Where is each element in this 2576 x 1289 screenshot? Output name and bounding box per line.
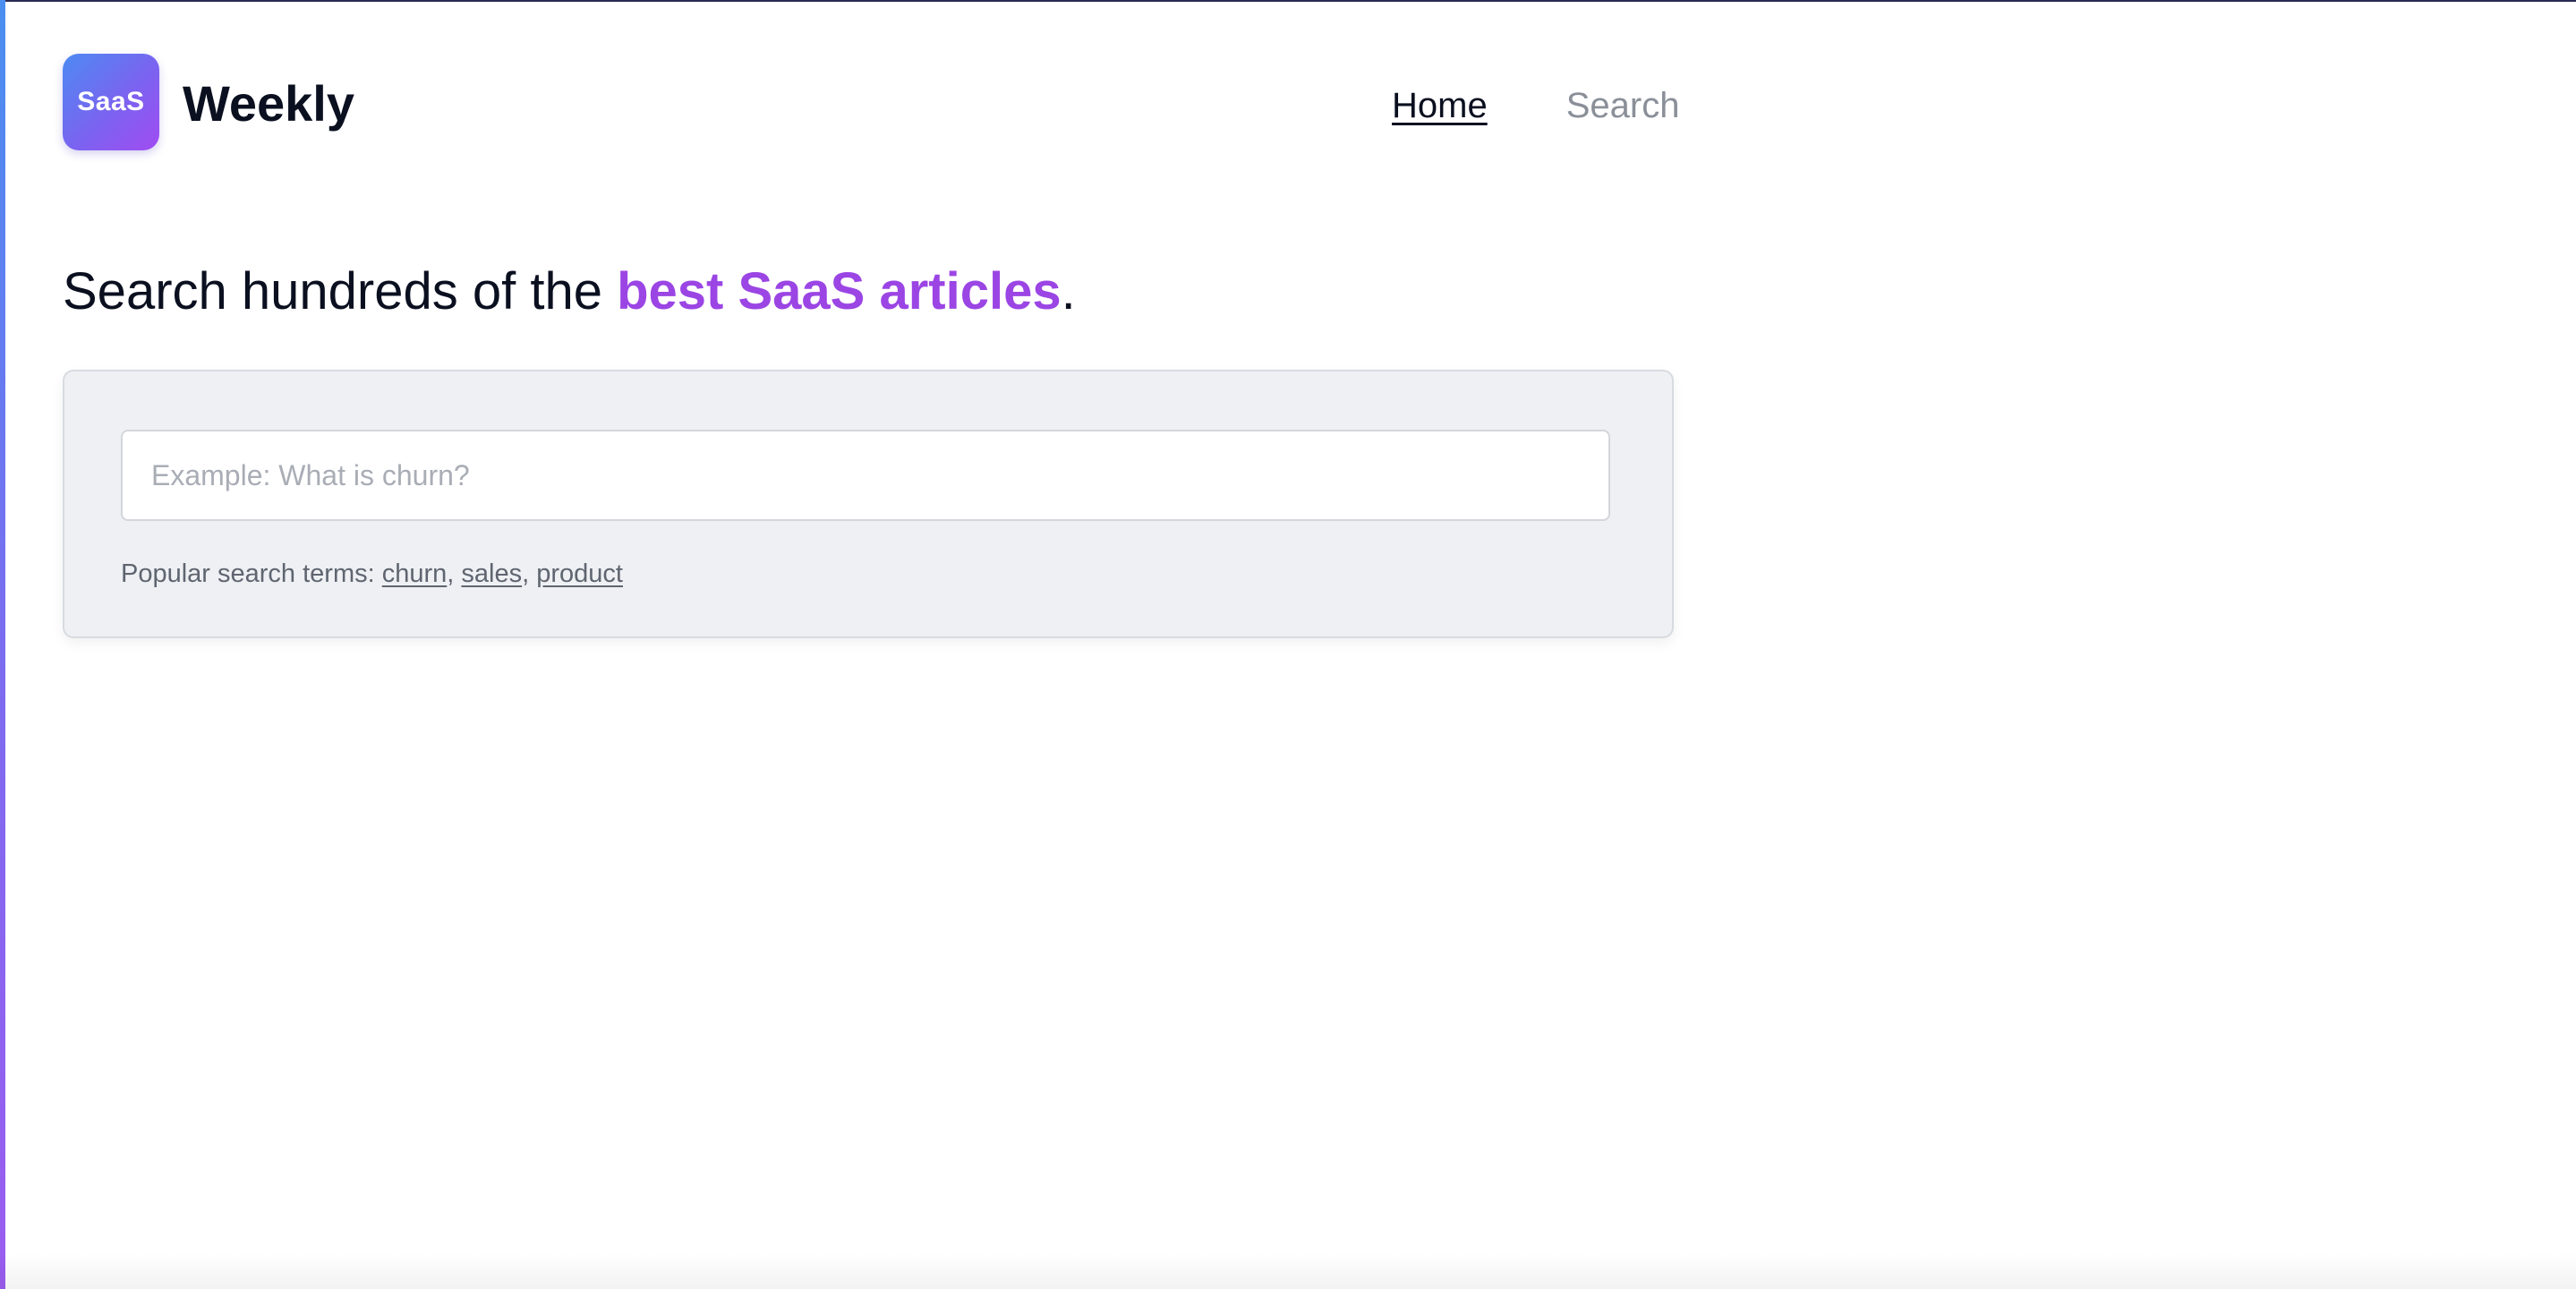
nav-link-search[interactable]: Search xyxy=(1566,86,1680,126)
brand-name: Weekly xyxy=(183,75,354,132)
term-separator: , xyxy=(522,559,537,588)
popular-term-sales[interactable]: sales xyxy=(461,559,522,588)
logo-text: SaaS xyxy=(77,87,145,116)
main-nav: Home Search xyxy=(1392,81,1679,131)
left-accent-bar xyxy=(0,0,5,1289)
nav-link-home[interactable]: Home xyxy=(1392,86,1488,126)
search-input[interactable] xyxy=(121,430,1610,521)
term-separator: , xyxy=(447,559,462,588)
bottom-shadow xyxy=(0,1253,2576,1289)
popular-term-churn[interactable]: churn xyxy=(382,559,448,588)
heading-prefix: Search hundreds of the xyxy=(63,262,618,320)
search-panel: Popular search terms: churn, sales, prod… xyxy=(63,370,1674,638)
popular-terms-label: Popular search terms: xyxy=(121,559,382,588)
popular-term-product[interactable]: product xyxy=(536,559,623,588)
window-top-border xyxy=(0,0,2576,2)
logo[interactable]: SaaS xyxy=(63,54,159,150)
heading-highlight: best SaaS articles xyxy=(617,262,1062,320)
page-heading: Search hundreds of the best SaaS article… xyxy=(63,260,1076,324)
heading-suffix: . xyxy=(1061,262,1076,320)
site-header: SaaS Weekly Home Search xyxy=(63,54,1679,150)
popular-search-terms: Popular search terms: churn, sales, prod… xyxy=(121,556,623,592)
